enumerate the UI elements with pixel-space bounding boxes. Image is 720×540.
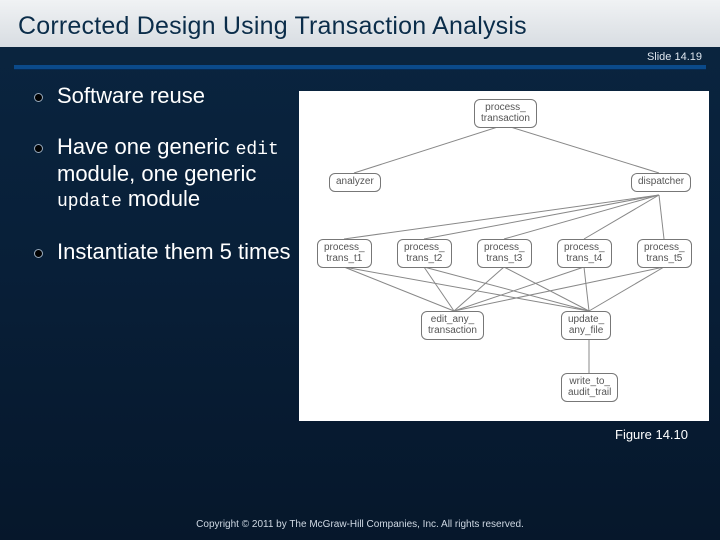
node-edit-any-transaction: edit_any_ transaction: [421, 311, 484, 340]
slide-number: Slide 14.19: [0, 47, 720, 63]
copyright-footer: Copyright © 2011 by The McGraw-Hill Comp…: [0, 519, 720, 530]
node-process-trans-t3: process_ trans_t3: [477, 239, 532, 268]
text-run: module: [122, 186, 200, 211]
bullet-icon: [34, 249, 43, 258]
header-rule: [14, 65, 706, 69]
node-write-to-audit-trail: write_to_ audit_trail: [561, 373, 618, 402]
node-update-any-file: update_ any_file: [561, 311, 611, 340]
node-process-trans-t1: process_ trans_t1: [317, 239, 372, 268]
content-area: Software reuse Have one generic edit mod…: [0, 77, 720, 442]
node-process-transaction: process_ transaction: [474, 99, 537, 128]
node-process-trans-t4: process_ trans_t4: [557, 239, 612, 268]
bullet-text: Instantiate them 5 times: [57, 239, 291, 264]
bullet-icon: [34, 93, 43, 102]
diagram-panel: process_ transaction analyzer dispatcher…: [299, 83, 710, 442]
text-run: Have one generic: [57, 134, 236, 159]
bullet-text: Software reuse: [57, 83, 205, 108]
node-dispatcher: dispatcher: [631, 173, 691, 192]
bullet-item-3: Instantiate them 5 times: [34, 239, 293, 264]
bullet-text: Have one generic edit module, one generi…: [57, 134, 293, 213]
transaction-diagram: process_ transaction analyzer dispatcher…: [299, 91, 709, 421]
bullet-list: Software reuse Have one generic edit mod…: [34, 83, 299, 442]
node-process-trans-t2: process_ trans_t2: [397, 239, 452, 268]
figure-caption: Figure 14.10: [299, 421, 710, 442]
bullet-item-2: Have one generic edit module, one generi…: [34, 134, 293, 213]
node-process-trans-t5: process_ trans_t5: [637, 239, 692, 268]
code-run: edit: [236, 140, 279, 160]
page-title: Corrected Design Using Transaction Analy…: [18, 12, 702, 41]
bullet-icon: [34, 144, 43, 153]
bullet-item-1: Software reuse: [34, 83, 293, 108]
node-analyzer: analyzer: [329, 173, 381, 192]
code-run: update: [57, 192, 122, 212]
title-bar: Corrected Design Using Transaction Analy…: [0, 0, 720, 47]
text-run: module, one generic: [57, 161, 256, 186]
